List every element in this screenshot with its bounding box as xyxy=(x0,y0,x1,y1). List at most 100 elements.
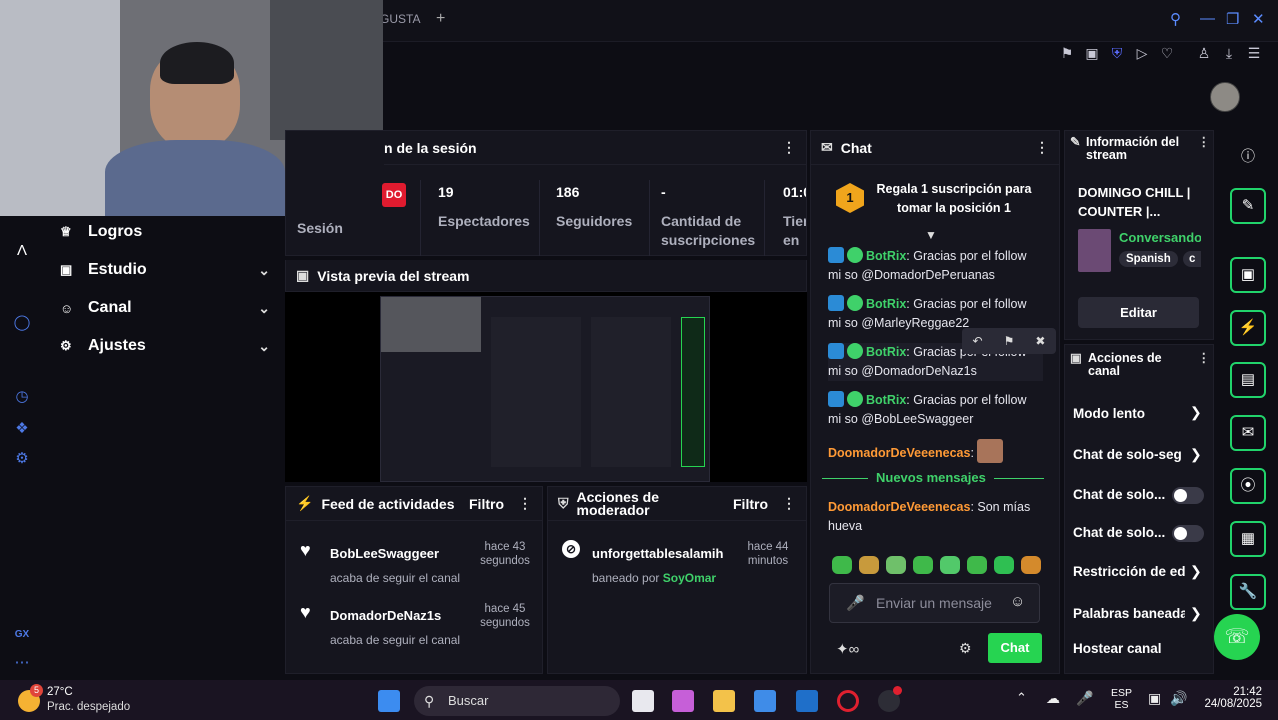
play-circle-icon[interactable]: ◯ xyxy=(11,312,33,334)
nav-item-estudio[interactable]: ▣ Estudio ⌄ xyxy=(60,256,270,284)
emote-icon[interactable] xyxy=(1021,556,1041,574)
chat-tool-icon[interactable]: ✉ xyxy=(1230,415,1266,451)
chat-input[interactable]: 🎤 Enviar un mensaje ☺ xyxy=(829,583,1040,623)
emote-icon[interactable] xyxy=(886,556,906,574)
store-icon[interactable] xyxy=(754,690,776,712)
filter-button[interactable]: Filtro xyxy=(733,496,768,512)
screenshot-tool-icon[interactable]: ▣ xyxy=(1230,257,1266,293)
microphone-icon[interactable]: 🎤 xyxy=(846,594,865,612)
action-emote-only[interactable]: Chat de solo... xyxy=(1073,525,1168,540)
action-banned-words[interactable]: Palabras baneada xyxy=(1073,606,1185,621)
pin-icon[interactable]: ⚑ xyxy=(1004,334,1015,348)
shield-icon[interactable]: ⛨ xyxy=(1106,42,1128,64)
filter-button[interactable]: Filtro xyxy=(469,496,504,512)
reply-icon[interactable]: ↶ xyxy=(973,334,983,348)
download-icon[interactable]: ⤓ xyxy=(1218,42,1240,64)
network-icon[interactable]: ▣ xyxy=(1148,690,1161,707)
avatar[interactable] xyxy=(1210,82,1240,112)
wrench-tool-icon[interactable]: 🔧 xyxy=(1230,574,1266,610)
close-icon[interactable]: ✕ xyxy=(1252,10,1265,28)
mod-by[interactable]: SoyOmar xyxy=(663,571,716,585)
mod-user[interactable]: unforgettablesalamih xyxy=(592,546,723,561)
activity-user[interactable]: DomadorDeNaz1s xyxy=(330,608,441,623)
info-icon[interactable]: ⓘ xyxy=(1236,146,1260,164)
chat-username[interactable]: BotRix xyxy=(866,345,906,359)
emote-icon[interactable] xyxy=(859,556,879,574)
action-restriction[interactable]: Restricción de ed xyxy=(1073,564,1185,579)
action-followers-only[interactable]: Chat de solo-seg xyxy=(1073,447,1185,462)
notes-tool-icon[interactable]: ▤ xyxy=(1230,362,1266,398)
language-indicator[interactable]: ESP ES xyxy=(1111,687,1132,711)
emote-icon[interactable] xyxy=(913,556,933,574)
chat-username[interactable]: DoomadorDeVeeenecas xyxy=(828,446,970,460)
more-icon[interactable]: ⋯ xyxy=(11,652,33,674)
weather-temp[interactable]: 27°C xyxy=(47,686,73,698)
chevron-right-icon[interactable]: ❯ xyxy=(1190,404,1202,421)
weather-desc[interactable]: Prac. despejado xyxy=(47,701,130,713)
profile-icon[interactable]: ♙ xyxy=(1193,42,1215,64)
gift-prompt[interactable]: Regala 1 suscripción para tomar la posic… xyxy=(870,180,1038,218)
crop-icon[interactable]: ▣ xyxy=(1081,42,1103,64)
more-options-icon[interactable]: ⋮ xyxy=(1198,352,1211,382)
task-view-icon[interactable] xyxy=(632,690,654,712)
activity-user[interactable]: BobLeeSwaggeer xyxy=(330,546,439,561)
emote-icon[interactable] xyxy=(832,556,852,574)
clock-icon[interactable]: ◷ xyxy=(11,386,33,408)
taskbar-search[interactable]: ⚲ Buscar xyxy=(414,686,620,716)
search-icon[interactable]: ⚲ xyxy=(1170,10,1181,28)
nav-item-logros[interactable]: ♕ Logros xyxy=(60,218,270,246)
chat-settings-icon[interactable]: ⚙ xyxy=(959,640,972,657)
minimize-icon[interactable]: — xyxy=(1200,10,1215,27)
copilot-icon[interactable] xyxy=(672,690,694,712)
new-tab-button[interactable]: + xyxy=(436,10,445,28)
chevron-up-icon[interactable]: ⌃ xyxy=(1016,690,1027,706)
edit-tool-icon[interactable]: ✎ xyxy=(1230,188,1266,224)
tag-chip[interactable]: c xyxy=(1183,251,1201,267)
chat-username[interactable]: BotRix xyxy=(866,297,906,311)
volume-icon[interactable]: 🔊 xyxy=(1170,690,1187,707)
clock[interactable]: 21:42 24/08/2025 xyxy=(1198,686,1262,710)
subs-only-toggle[interactable] xyxy=(1172,487,1204,504)
settings-icon[interactable]: ⚙ xyxy=(11,448,33,470)
emote-icon[interactable] xyxy=(994,556,1014,574)
delete-icon[interactable]: ✖ xyxy=(1035,334,1045,348)
file-explorer-icon[interactable] xyxy=(713,690,735,712)
chat-username[interactable]: DoomadorDeVeeenecas xyxy=(828,500,970,514)
kick-logo-icon[interactable]: Λ xyxy=(11,240,33,262)
play-icon[interactable]: ▷ xyxy=(1131,42,1153,64)
more-options-icon[interactable]: ⋮ xyxy=(1035,139,1049,156)
stream-category[interactable]: Conversando xyxy=(1119,230,1201,245)
chat-username[interactable]: BotRix xyxy=(866,249,906,263)
action-slow-mode[interactable]: Modo lento xyxy=(1073,406,1208,421)
new-messages-label[interactable]: Nuevos mensajes xyxy=(868,470,994,485)
opera-gx-icon[interactable] xyxy=(837,690,859,712)
pin-icon[interactable]: ⚑ xyxy=(1056,42,1078,64)
emote-icon[interactable] xyxy=(940,556,960,574)
chevron-right-icon[interactable]: ❯ xyxy=(1190,563,1202,580)
send-chat-button[interactable]: Chat xyxy=(988,633,1042,663)
action-host-channel[interactable]: Hostear canal xyxy=(1073,641,1208,656)
browser-tab[interactable]: GUSTA xyxy=(380,12,420,26)
chevron-right-icon[interactable]: ❯ xyxy=(1190,605,1202,622)
emote-icon[interactable] xyxy=(967,556,987,574)
bolt-tool-icon[interactable]: ⚡ xyxy=(1230,310,1266,346)
chevron-right-icon[interactable]: ❯ xyxy=(1190,446,1202,463)
points-icon[interactable]: ✦∞ xyxy=(836,640,859,658)
support-headset-icon[interactable]: ☏ xyxy=(1214,614,1260,660)
broadcast-tool-icon[interactable]: ⦿ xyxy=(1230,468,1266,504)
more-options-icon[interactable]: ⋮ xyxy=(782,495,796,512)
more-options-icon[interactable]: ⋮ xyxy=(782,139,796,156)
windows-start-icon[interactable] xyxy=(378,690,400,712)
outlook-icon[interactable] xyxy=(796,690,818,712)
nav-item-ajustes[interactable]: ⚙ Ajustes ⌄ xyxy=(60,332,270,360)
layout-tool-icon[interactable]: ▦ xyxy=(1230,521,1266,557)
emoji-icon[interactable]: ☺ xyxy=(1010,593,1025,610)
tag-chip[interactable]: Spanish xyxy=(1119,251,1178,267)
menu-icon[interactable]: ☰ xyxy=(1243,42,1265,64)
action-subs-only[interactable]: Chat de solo... xyxy=(1073,487,1168,502)
cloud-icon[interactable]: ☁ xyxy=(1046,690,1060,707)
collapse-icon[interactable]: ▼ xyxy=(925,228,937,242)
more-options-icon[interactable]: ⋮ xyxy=(518,495,532,512)
emote-only-toggle[interactable] xyxy=(1172,525,1204,542)
microphone-tray-icon[interactable]: 🎤 xyxy=(1076,690,1093,707)
